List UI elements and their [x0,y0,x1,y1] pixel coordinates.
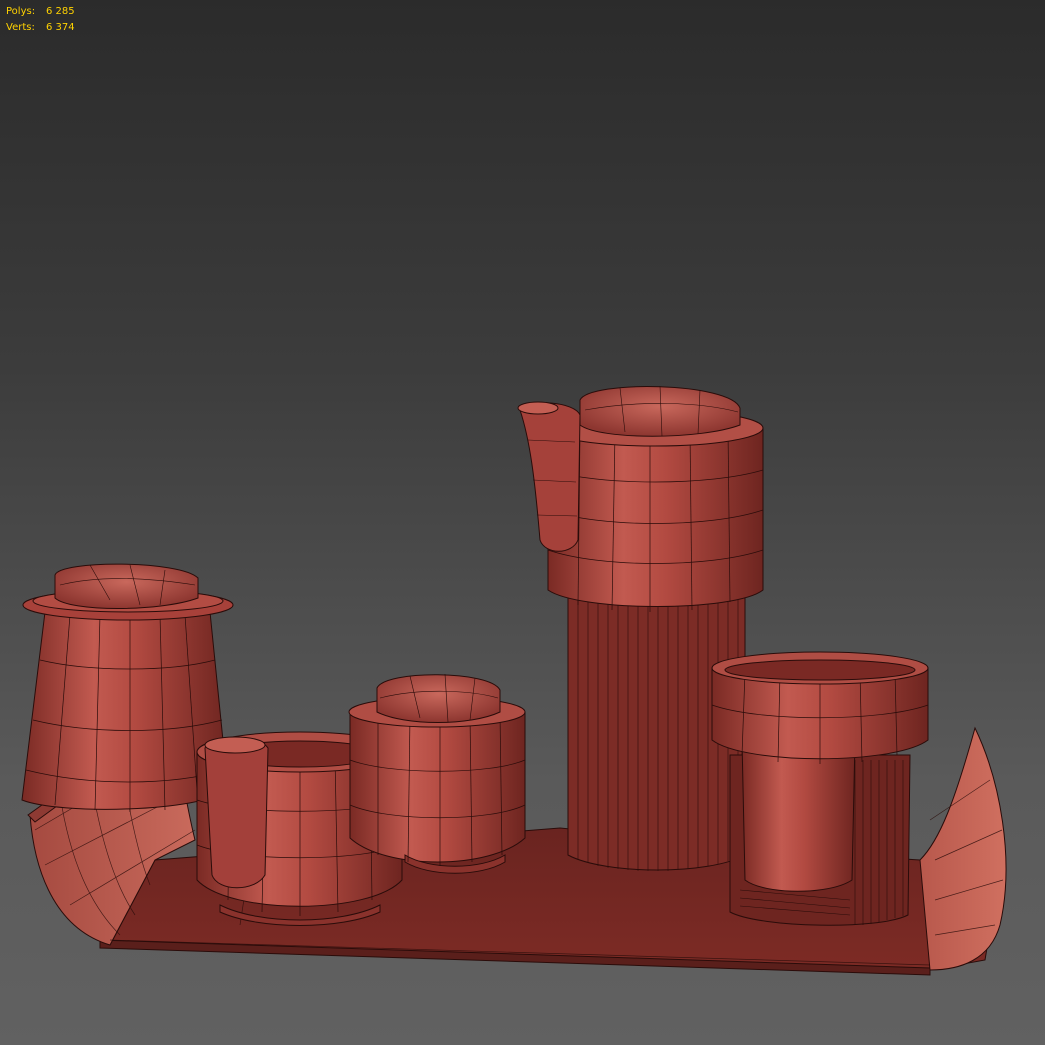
small-jar-lid [376,674,501,723]
creamer-cup-spout [204,737,269,889]
cup-inner [741,739,856,892]
pitcher-lid [579,386,741,437]
model-render[interactable] [0,0,1045,1045]
3d-viewport[interactable]: Polys: 6 285 Verts: 6 374 [0,0,1045,1045]
small-jar-body [349,711,526,863]
cup-with-holder[interactable] [711,651,929,926]
tray-right-curl [919,726,1007,971]
small-jar[interactable] [348,673,526,874]
pitcher-spout [519,402,581,552]
pitcher-body [547,427,764,607]
sugar-jar-lid [54,563,199,609]
tall-pitcher[interactable] [517,385,764,871]
